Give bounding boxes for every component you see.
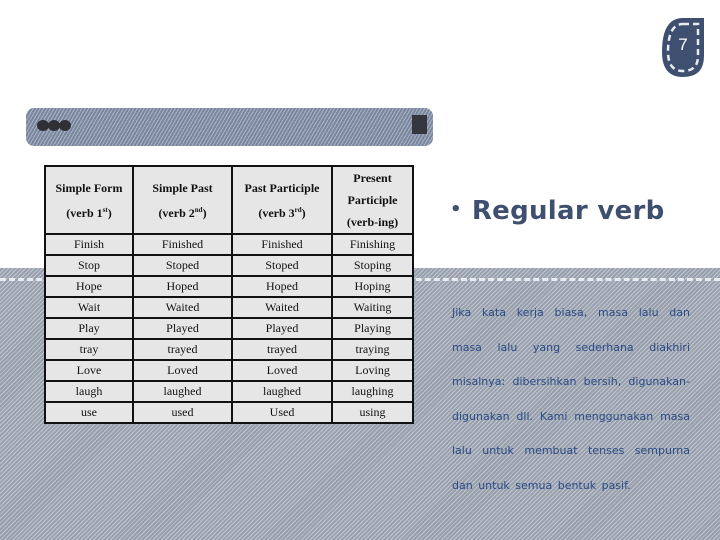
table-cell: Used — [231, 401, 333, 424]
table-row: Love Loved Loved Loving — [44, 359, 414, 382]
patch-icon — [412, 115, 427, 134]
table-cell: Playing — [331, 317, 414, 340]
table-cell: Finished — [132, 233, 233, 256]
table-cell: Played — [132, 317, 233, 340]
table-cell: Stoped — [231, 254, 333, 277]
table-cell: laugh — [44, 380, 134, 403]
header-simple-form: Simple Form (verb 1st) — [44, 165, 134, 235]
table-cell: used — [132, 401, 233, 424]
table-cell: Loved — [132, 359, 233, 382]
table-cell: Stoped — [132, 254, 233, 277]
table-cell: Hope — [44, 275, 134, 298]
table-cell: laughing — [331, 380, 414, 403]
table-cell: laughed — [132, 380, 233, 403]
table-cell: laughed — [231, 380, 333, 403]
table-cell: Play — [44, 317, 134, 340]
table-cell: Loving — [331, 359, 414, 382]
heading-text: Regular verb — [471, 196, 665, 226]
table-cell: Stop — [44, 254, 134, 277]
table-cell: Loved — [231, 359, 333, 382]
table-row: Finish Finished Finished Finishing — [44, 233, 414, 256]
header-past-participle: Past Participle (verb 3rd) — [231, 165, 333, 235]
table-cell: Stoping — [331, 254, 414, 277]
table-row: Stop Stoped Stoped Stoping — [44, 254, 414, 277]
table-cell: Hoping — [331, 275, 414, 298]
table-row: Hope Hoped Hoped Hoping — [44, 275, 414, 298]
table-cell: traying — [331, 338, 414, 361]
table-cell: Waiting — [331, 296, 414, 319]
table-cell: Finished — [231, 233, 333, 256]
table-row: Wait Waited Waited Waiting — [44, 296, 414, 319]
table-cell: Love — [44, 359, 134, 382]
verb-forms-table: Simple Form (verb 1st) Simple Past (verb… — [44, 165, 414, 424]
table-row: laugh laughed laughed laughing — [44, 380, 414, 403]
table-cell: use — [44, 401, 134, 424]
table-cell: Wait — [44, 296, 134, 319]
table-cell: using — [331, 401, 414, 424]
table-cell: Hoped — [132, 275, 233, 298]
table-cell: tray — [44, 338, 134, 361]
table-cell: Played — [231, 317, 333, 340]
header-simple-past: Simple Past (verb 2nd) — [132, 165, 233, 235]
denim-title-bar — [26, 108, 433, 146]
table-cell: Finish — [44, 233, 134, 256]
table-cell: Waited — [132, 296, 233, 319]
section-heading: • Regular verb — [450, 196, 665, 226]
table-cell: trayed — [231, 338, 333, 361]
rivets-icon — [37, 120, 71, 131]
table-row: Play Played Played Playing — [44, 317, 414, 340]
table-cell: Waited — [231, 296, 333, 319]
description-text: Jika kata kerja biasa, masa lalu dan mas… — [452, 306, 690, 492]
table-row: tray trayed trayed traying — [44, 338, 414, 361]
table-cell: Finishing — [331, 233, 414, 256]
header-present-participle: Present Participle (verb-ing) — [331, 165, 414, 235]
bullet-icon: • — [450, 199, 462, 220]
table-cell: Hoped — [231, 275, 333, 298]
table-header-row: Simple Form (verb 1st) Simple Past (verb… — [44, 165, 414, 235]
page-number: 7 — [678, 35, 688, 54]
table-cell: trayed — [132, 338, 233, 361]
table-row: use used Used using — [44, 401, 414, 424]
